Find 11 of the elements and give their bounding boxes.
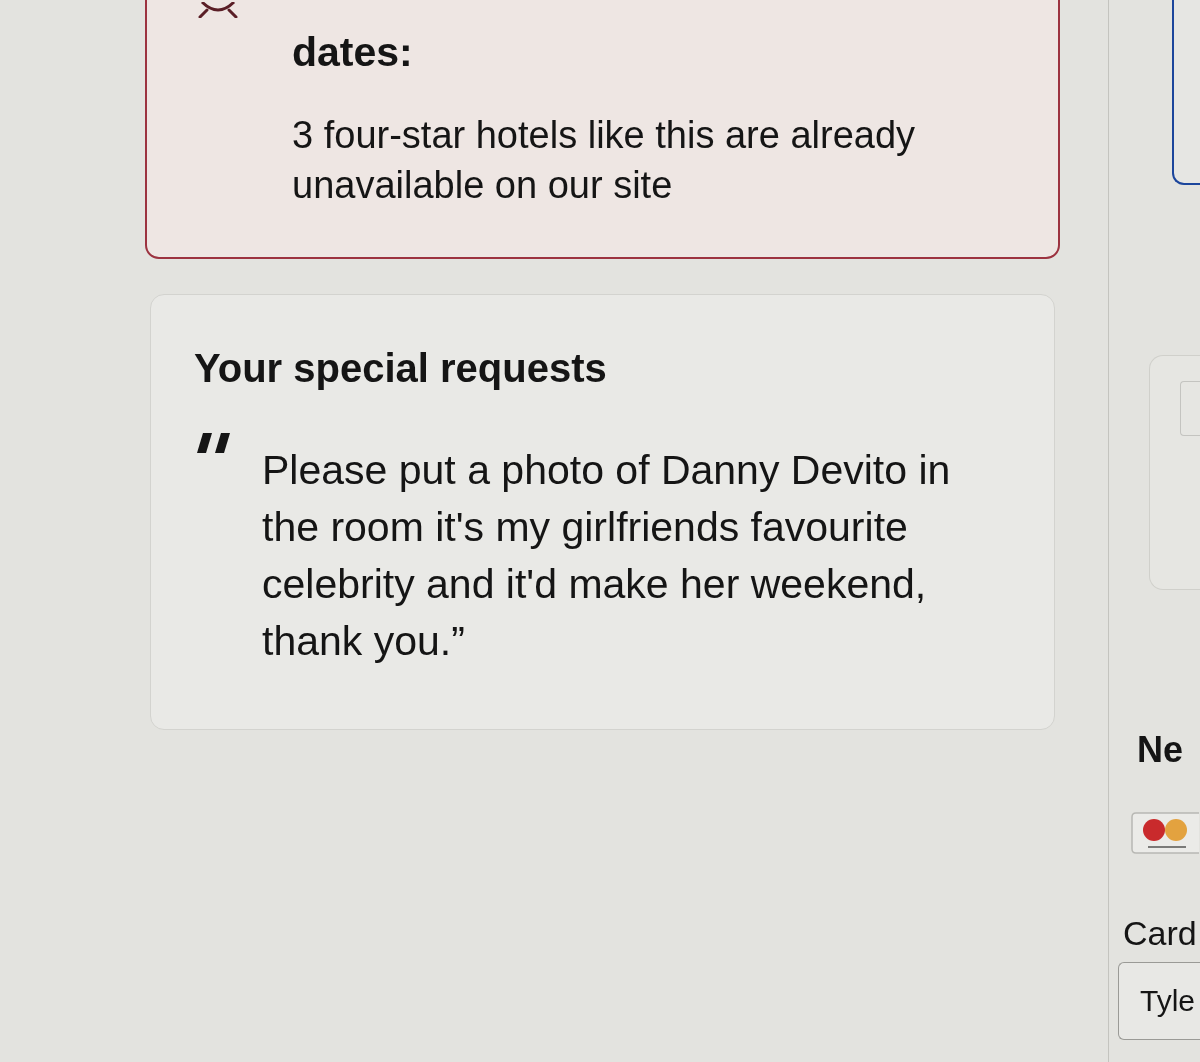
alert-message: 3 four-star hotels like this are already unavailable on our site: [292, 113, 917, 208]
request-text: Please put a photo of Danny Devito in the room it's my girlfriends favourite celebrity and it'd make her weekend, thank you.”: [262, 446, 952, 666]
quote-icon: [197, 433, 231, 453]
alert-heading: dates:: [292, 30, 414, 74]
input-field[interactable]: [1180, 381, 1200, 436]
cardholder-input[interactable]: Tyle: [1118, 962, 1200, 1040]
section-heading: Ne: [1137, 730, 1185, 770]
card-title: Your special requests: [194, 346, 608, 390]
card-logo-icon: [1131, 812, 1199, 854]
field-label: Card: [1123, 913, 1198, 953]
alarm-clock-icon: [197, 2, 239, 18]
